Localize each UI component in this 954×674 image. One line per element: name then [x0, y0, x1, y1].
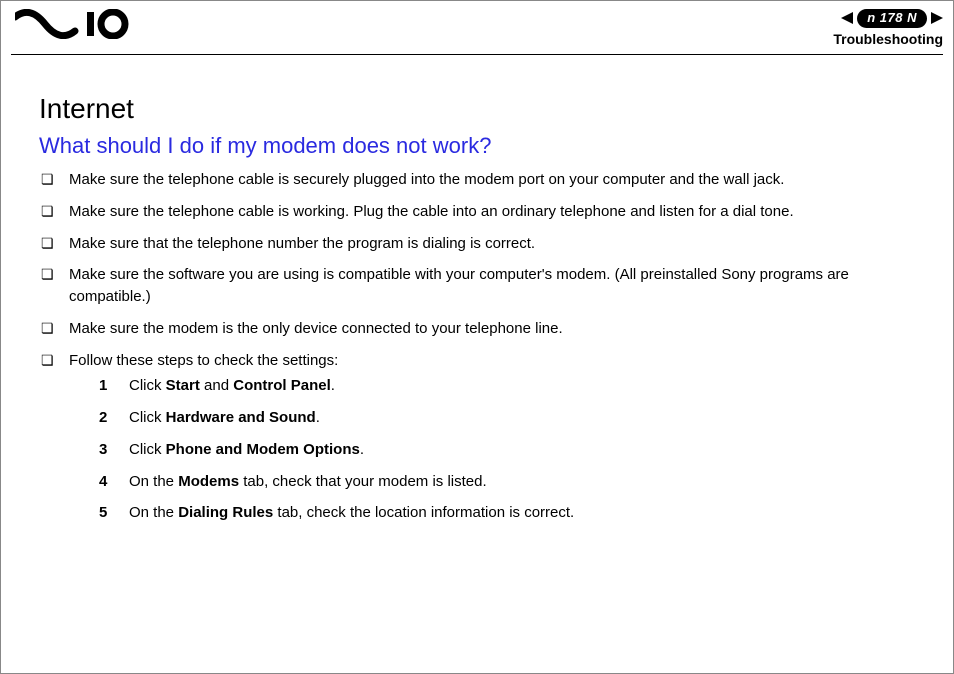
document-page: n 178 N Troubleshooting Internet What sh…	[0, 0, 954, 674]
page-header: n 178 N Troubleshooting	[1, 1, 953, 48]
page-number-pill: n 178 N	[857, 9, 927, 28]
list-item: Follow these steps to check the settings…	[39, 350, 923, 545]
list-item: Make sure the software you are using is …	[39, 264, 923, 318]
page-nav: n 178 N Troubleshooting	[833, 9, 943, 48]
step-item: Click Hardware and Sound.	[99, 407, 923, 439]
step-item: On the Modems tab, check that your modem…	[99, 471, 923, 503]
list-item: Make sure the telephone cable is working…	[39, 201, 923, 233]
list-item: Make sure that the telephone number the …	[39, 233, 923, 265]
list-item: Make sure the telephone cable is securel…	[39, 169, 923, 201]
page-title: Internet	[39, 93, 923, 125]
step-item: On the Dialing Rules tab, check the loca…	[99, 502, 923, 534]
step-item: Click Start and Control Panel.	[99, 375, 923, 407]
steps-list: Click Start and Control Panel. Click Har…	[99, 375, 923, 534]
vaio-logo	[15, 9, 145, 39]
list-item-text: Follow these steps to check the settings…	[69, 352, 338, 369]
section-label: Troubleshooting	[833, 30, 943, 48]
next-page-arrow-icon[interactable]	[931, 12, 943, 24]
bullet-list: Make sure the telephone cable is securel…	[39, 169, 923, 544]
page-number: 178	[880, 10, 903, 25]
step-item: Click Phone and Modem Options.	[99, 439, 923, 471]
page-subtitle: What should I do if my modem does not wo…	[39, 133, 923, 159]
content-area: Internet What should I do if my modem do…	[1, 55, 953, 544]
list-item: Make sure the modem is the only device c…	[39, 318, 923, 350]
prev-page-arrow-icon[interactable]	[841, 12, 853, 24]
vaio-logo-svg	[15, 9, 145, 39]
